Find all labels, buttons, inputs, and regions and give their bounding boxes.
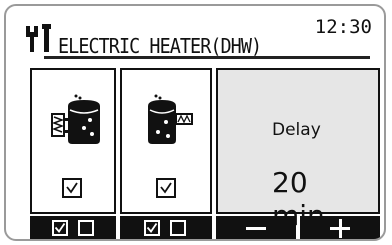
controller-screen: ELECTRIC HEATER(DHW) 12:30 Delay 20 [4, 4, 386, 241]
check-mark-icon [160, 182, 172, 194]
check-mark-icon [66, 182, 78, 194]
panel-delay[interactable]: Delay 20 min. [216, 68, 380, 232]
tank-with-booster-heater-icon [148, 94, 193, 144]
empty-box-icon [170, 220, 186, 236]
panel-immersion-heater[interactable] [30, 68, 116, 214]
minus-icon [246, 227, 266, 230]
softkey-1[interactable] [30, 216, 116, 239]
softkey-4-plus[interactable] [300, 216, 380, 239]
softkey-2[interactable] [120, 216, 212, 239]
page-title: ELECTRIC HEATER(DHW) [58, 34, 262, 58]
softkey-3-minus[interactable] [216, 216, 296, 239]
empty-box-icon [78, 220, 94, 236]
title-underline [44, 56, 370, 59]
checkbox[interactable] [62, 178, 82, 198]
checkbox-icon [144, 220, 160, 236]
delay-label: Delay [272, 120, 321, 140]
checkbox[interactable] [156, 178, 176, 198]
softkey-bar [30, 216, 380, 239]
tank-with-heater-icon [51, 94, 100, 144]
panel-booster-heater[interactable] [120, 68, 212, 214]
clock: 12:30 [314, 16, 372, 38]
header: ELECTRIC HEATER(DHW) 12:30 [6, 6, 384, 59]
checkbox-icon [52, 220, 68, 236]
delay-number: 20 [272, 166, 308, 199]
